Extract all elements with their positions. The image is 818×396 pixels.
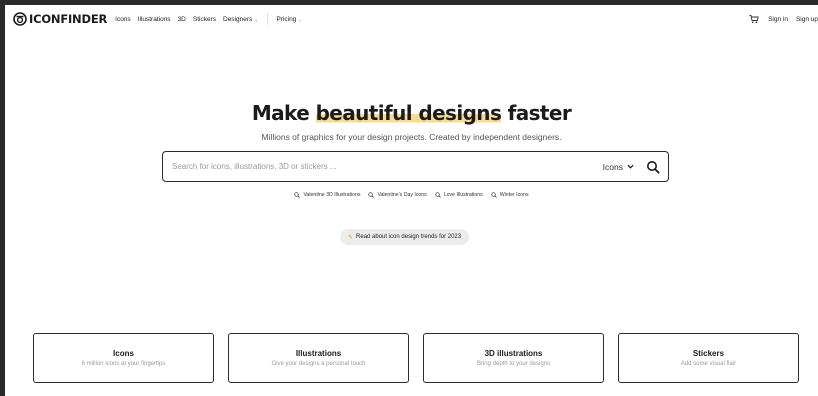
suggestion-chip[interactable]: Love Illustrations — [435, 192, 483, 198]
search-icon — [294, 192, 301, 198]
top-navigation: ICONFINDER Icons Illustrations 3D Sticke… — [5, 5, 818, 33]
sign-in-link[interactable]: Sign in — [768, 16, 788, 23]
nav-icons[interactable]: Icons — [115, 16, 131, 23]
category-card-stickers[interactable]: Stickers Add some visual flair — [618, 333, 799, 383]
suggestion-chip[interactable]: Valentine's Day Icons — [368, 192, 427, 198]
design-trends-label: Read about icon design trends for 2023 — [356, 234, 462, 240]
suggestion-label: Valentine 3D Illustrations — [303, 192, 361, 198]
page: ICONFINDER Icons Illustrations 3D Sticke… — [5, 5, 818, 396]
search-icon — [368, 192, 375, 198]
category-title: Stickers — [692, 349, 725, 358]
brand-logo[interactable]: ICONFINDER — [13, 12, 107, 26]
search-icon[interactable] — [646, 160, 660, 174]
account-nav: Sign in Sign up — [749, 5, 818, 33]
search-input[interactable] — [163, 152, 603, 181]
page-subtitle: Millions of graphics for your design pro… — [261, 132, 562, 142]
search-icon — [491, 192, 497, 198]
chevron-down-icon — [627, 164, 634, 169]
category-title: 3D illustrations — [484, 349, 543, 358]
category-description: Add some visual flair — [680, 361, 737, 367]
category-description: Bring depth to your designs — [476, 361, 551, 367]
nav-pricing[interactable]: Pricing ⌄ — [276, 16, 302, 23]
sign-up-link[interactable]: Sign up — [796, 16, 818, 23]
design-trends-link[interactable]: ✎ Read about icon design trends for 2023 — [340, 229, 470, 245]
search-bar: Icons — [162, 151, 669, 182]
nav-pricing-label: Pricing — [276, 15, 297, 23]
nav-designers[interactable]: Designers ⌄ — [223, 16, 258, 23]
search-icon — [435, 192, 441, 198]
category-description: Give your designs a personal touch — [271, 361, 366, 367]
chevron-down-icon: ⌄ — [254, 16, 259, 23]
suggestion-label: Valentine's Day Icons — [377, 192, 427, 198]
suggestion-label: Love Illustrations — [443, 192, 483, 198]
nav-3d[interactable]: 3D — [178, 16, 186, 23]
asset-type-value: Icons — [602, 161, 623, 172]
main-nav: Icons Illustrations 3D Stickers Designer… — [115, 13, 309, 25]
nav-stickers[interactable]: Stickers — [193, 16, 216, 23]
nav-illustrations[interactable]: Illustrations — [138, 16, 171, 23]
suggestion-chip[interactable]: Winter Icons — [491, 192, 529, 198]
title-end: faster — [501, 101, 572, 125]
category-card-icons[interactable]: Icons 6 million icons at your fingertips — [33, 333, 214, 383]
category-card-illustrations[interactable]: Illustrations Give your designs a person… — [228, 333, 409, 383]
chevron-down-icon: ⌄ — [298, 16, 303, 23]
suggestion-label: Winter Icons — [499, 192, 529, 198]
nav-designers-label: Designers — [223, 15, 253, 23]
title-start: Make — [251, 101, 316, 125]
category-title: Illustrations — [295, 349, 342, 358]
category-title: Icons — [113, 349, 134, 358]
iconfinder-logo-icon — [13, 12, 27, 26]
category-description: 6 million icons at your fingertips — [81, 361, 166, 367]
nav-divider — [267, 13, 269, 25]
cart-icon[interactable] — [749, 14, 759, 24]
brand-name: ICONFINDER — [29, 12, 108, 26]
search-suggestions: Valentine 3D Illustrations Valentine's D… — [5, 192, 818, 198]
category-card-3d-illustrations[interactable]: 3D illustrations Bring depth to your des… — [423, 333, 604, 383]
pencil-icon: ✎ — [348, 234, 354, 241]
asset-type-select[interactable]: Icons — [603, 162, 634, 172]
title-highlight: beautiful designs — [315, 101, 502, 125]
page-title: Make beautiful designs faster — [5, 101, 818, 125]
suggestion-chip[interactable]: Valentine 3D Illustrations — [294, 192, 360, 198]
